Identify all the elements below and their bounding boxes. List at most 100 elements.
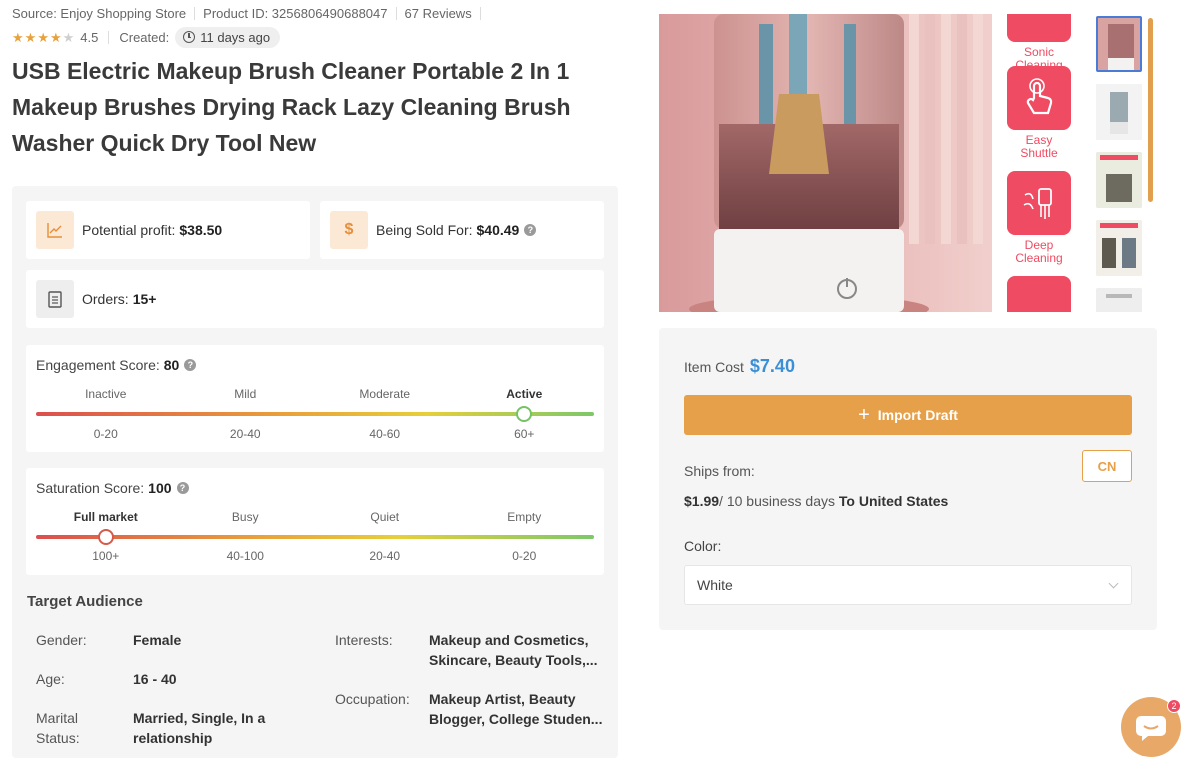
scale-level-label: Empty xyxy=(507,510,542,524)
product-analytics-panel: Potential profit: $38.50 $ Being Sold Fo… xyxy=(12,186,618,758)
star-empty-icon: ★ xyxy=(62,29,75,45)
dollar-icon: $ xyxy=(330,211,368,249)
color-select[interactable]: White xyxy=(684,565,1132,605)
engagement-score-card: Engagement Score: 80 ? Inactive Mild Moder… xyxy=(26,345,604,452)
feature-label: Easy Shuttle xyxy=(1020,133,1058,160)
sold-value: $40.49 xyxy=(476,222,520,238)
rating-row: ★ ★ ★ ★ ★ 4.5 Created: 11 days ago xyxy=(12,26,281,48)
thumbnail[interactable] xyxy=(1096,152,1142,208)
scale-range-label: 40-60 xyxy=(369,427,401,441)
sold-label: Being Sold For: xyxy=(376,222,473,238)
brush-icon xyxy=(1007,171,1071,235)
item-cost-value: $7.40 xyxy=(749,356,795,376)
potential-profit-card: Potential profit: $38.50 xyxy=(26,201,310,259)
clock-icon xyxy=(183,31,196,43)
ships-from-label: Ships from: xyxy=(684,463,755,479)
marital-label-line: Status: xyxy=(36,730,80,746)
scale-level-label: Busy xyxy=(231,510,259,524)
shipping-price: $1.99 xyxy=(684,493,720,509)
scale-range-label: 20-40 xyxy=(369,549,401,563)
profit-label: Potential profit: xyxy=(82,222,176,238)
chevron-down-icon xyxy=(1108,578,1119,589)
hand-tap-icon xyxy=(1007,66,1071,130)
age-label: Age: xyxy=(36,671,65,687)
scale-range-label: 0-20 xyxy=(93,427,118,441)
star-icon: ★ xyxy=(24,29,37,45)
ships-from-country-button[interactable]: CN xyxy=(1082,450,1132,482)
thumbnail[interactable] xyxy=(1096,16,1142,72)
saturation-label: Saturation Score: xyxy=(36,480,145,496)
scale-range-label: 60+ xyxy=(514,427,535,441)
feature-label: Deep Cleaning xyxy=(1015,238,1063,265)
product-id-text: Product ID: 3256806490688047 xyxy=(203,6,388,21)
help-icon[interactable]: ? xyxy=(184,359,197,371)
star-icon: ★ xyxy=(37,29,49,45)
divider xyxy=(479,7,481,20)
interests-value-line: Skincare, Beauty Tools,... xyxy=(429,652,598,668)
saturation-title: Saturation Score: 100 ? xyxy=(36,480,189,496)
orders-value: 15+ xyxy=(132,291,157,307)
saturation-bar xyxy=(36,535,594,539)
marital-label: Marital Status: xyxy=(36,708,80,748)
shipping-destination: To United States xyxy=(838,493,949,509)
scale-range-label: 40-100 xyxy=(226,549,264,563)
marital-value-line: relationship xyxy=(133,730,213,746)
source-text: Source: Enjoy Shopping Store xyxy=(12,6,187,21)
purchase-panel: Item Cost $7.40 + Import Draft Ships fro… xyxy=(659,328,1157,630)
reviews-count[interactable]: 67 Reviews xyxy=(405,6,472,21)
thumbnail[interactable] xyxy=(1096,84,1142,140)
target-audience-title: Target Audience xyxy=(27,593,143,610)
product-title: USB Electric Makeup Brush Cleaner Portab… xyxy=(12,58,571,156)
help-icon[interactable]: ? xyxy=(524,224,537,236)
chat-notification-badge: 2 xyxy=(1167,699,1181,713)
scale-level-label: Active xyxy=(506,387,543,401)
feature-deep-cleaning: Deep Cleaning xyxy=(1006,171,1072,265)
interests-value: Makeup and Cosmetics, Skincare, Beauty T… xyxy=(429,630,598,670)
thumbnail[interactable] xyxy=(1096,220,1142,276)
occupation-label: Occupation: xyxy=(335,691,410,707)
marital-value-line: Married, Single, In a xyxy=(133,710,266,726)
scale-range-label: 0-20 xyxy=(512,549,537,563)
rating-value: 4.5 xyxy=(80,29,99,45)
color-selected-value: White xyxy=(697,577,733,593)
profit-value: $38.50 xyxy=(179,222,223,238)
item-cost-row: Item Cost $7.40 xyxy=(684,356,795,377)
help-icon[interactable]: ? xyxy=(176,482,189,494)
pattern-icon xyxy=(1007,276,1071,312)
color-label: Color: xyxy=(684,538,722,554)
plus-icon: + xyxy=(858,404,870,426)
product-meta: Source: Enjoy Shopping Store Product ID:… xyxy=(12,6,489,21)
thumbnail-strip xyxy=(1093,14,1145,312)
feature-strip: Sonic Cleaning Easy Shuttle Deep Cleaning xyxy=(1000,14,1080,312)
thumbnail-scrollbar[interactable] xyxy=(1148,18,1153,202)
engagement-label: Engagement Score: xyxy=(36,357,160,373)
thumbnail[interactable] xyxy=(1096,288,1142,312)
gender-value: Female xyxy=(133,632,182,648)
saturation-indicator xyxy=(97,529,114,545)
import-draft-label: Import Draft xyxy=(877,407,958,423)
created-chip: 11 days ago xyxy=(175,26,281,48)
marital-label-line: Marital xyxy=(36,710,79,726)
scale-level-label: Mild xyxy=(234,387,257,401)
sonic-icon xyxy=(1007,14,1071,42)
scale-level-label: Inactive xyxy=(85,387,127,401)
product-main-image[interactable] xyxy=(659,14,992,312)
interests-label: Interests: xyxy=(335,632,393,648)
scale-level-label: Quiet xyxy=(370,510,400,524)
occupation-value: Makeup Artist, Beauty Blogger, College S… xyxy=(429,689,602,729)
scale-level-label: Moderate xyxy=(359,387,411,401)
chat-icon xyxy=(1136,716,1166,741)
divider xyxy=(194,7,196,20)
import-draft-button[interactable]: + Import Draft xyxy=(684,395,1132,435)
chart-icon xyxy=(36,211,74,249)
occupation-value-line: Blogger, College Studen... xyxy=(429,711,603,727)
created-label: Created: xyxy=(119,29,170,45)
star-icon: ★ xyxy=(49,29,62,45)
engagement-value: 80 xyxy=(163,357,180,373)
feature-sonic-cleaning: Sonic Cleaning xyxy=(1006,14,1072,72)
feature-partial xyxy=(1006,276,1072,312)
clipboard-icon xyxy=(36,280,74,318)
interests-value-line: Makeup and Cosmetics, xyxy=(429,632,589,648)
sold-for-card: $ Being Sold For: $40.49 ? xyxy=(320,201,604,259)
item-cost-label: Item Cost xyxy=(684,359,744,375)
